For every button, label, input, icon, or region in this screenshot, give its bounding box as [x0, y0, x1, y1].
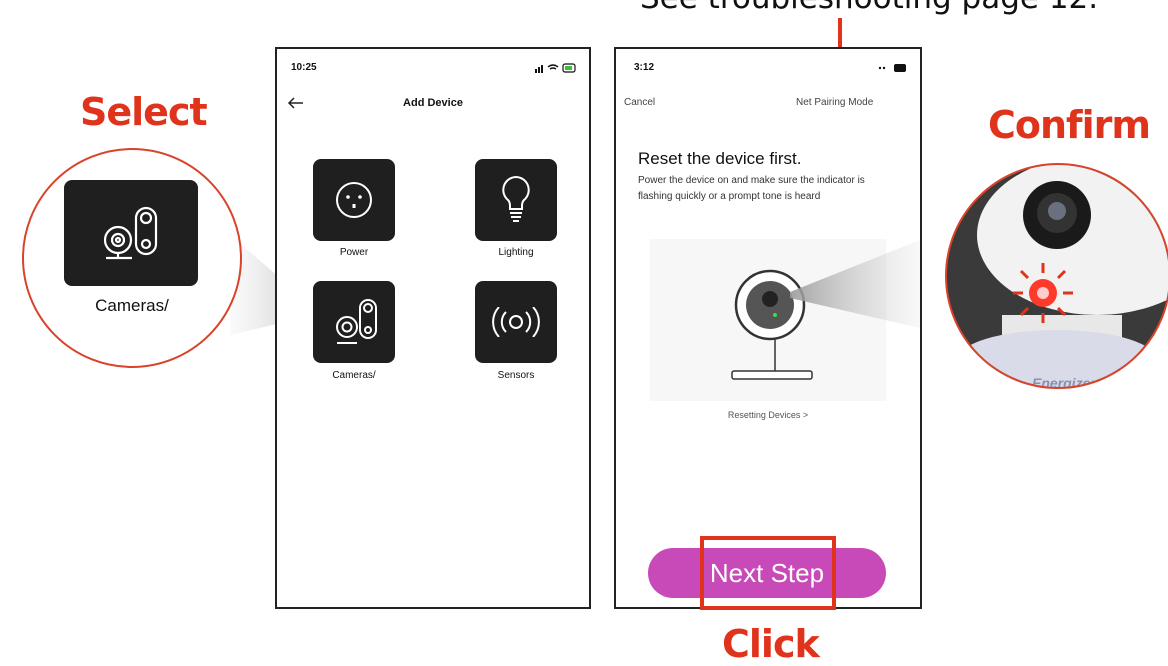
select-callout: Select: [80, 90, 208, 134]
cancel-link[interactable]: Cancel: [624, 97, 655, 108]
tile-label-power: Power: [339, 247, 369, 258]
status-time: 3:12: [634, 62, 655, 73]
tile-lighting[interactable]: [475, 159, 557, 241]
tile-sensors[interactable]: [475, 281, 557, 363]
tile-label-sensors: Sensors: [497, 370, 535, 381]
brand-logo: Energizer: [1032, 375, 1096, 389]
outlet-icon: [336, 182, 372, 218]
tile-cameras[interactable]: [313, 281, 395, 363]
reset-instructions: Power the device on and make sure the in…: [638, 175, 865, 202]
phone-add-device: 10:25 Add Device Power Lighting Cameras/…: [275, 47, 591, 609]
status-icons: [878, 64, 906, 72]
bulb-icon: [502, 175, 530, 222]
confirm-callout: Confirm: [988, 103, 1151, 147]
camera-closeup-icon: [957, 165, 1168, 387]
troubleshooting-note: See troubleshooting page 12.: [640, 0, 1098, 16]
zoom-cameras-label: Cameras/: [95, 296, 169, 315]
resetting-devices-link[interactable]: Resetting Devices >: [616, 410, 920, 420]
zoom-circle-indicator: Energizer: [945, 163, 1168, 389]
click-highlight-box: [700, 536, 836, 610]
zoom-cone-right: [790, 240, 920, 328]
camera-icon: [103, 206, 158, 260]
signal-icon: [492, 307, 540, 337]
tile-power[interactable]: [313, 159, 395, 241]
status-time: 10:25: [291, 62, 317, 73]
status-icons: [535, 63, 576, 73]
tile-label-lighting: Lighting: [498, 247, 534, 258]
pairing-mode-link[interactable]: Net Pairing Mode: [796, 97, 873, 108]
click-callout: Click: [722, 622, 820, 666]
page-title: Add Device: [403, 97, 463, 109]
tile-label-cameras: Cameras/: [332, 370, 376, 381]
zoom-circle-cameras: Cameras/: [22, 148, 242, 368]
camera-icon: [336, 299, 377, 344]
zoom-camera-tile: [64, 180, 198, 286]
reset-heading: Reset the device first.: [638, 149, 802, 168]
